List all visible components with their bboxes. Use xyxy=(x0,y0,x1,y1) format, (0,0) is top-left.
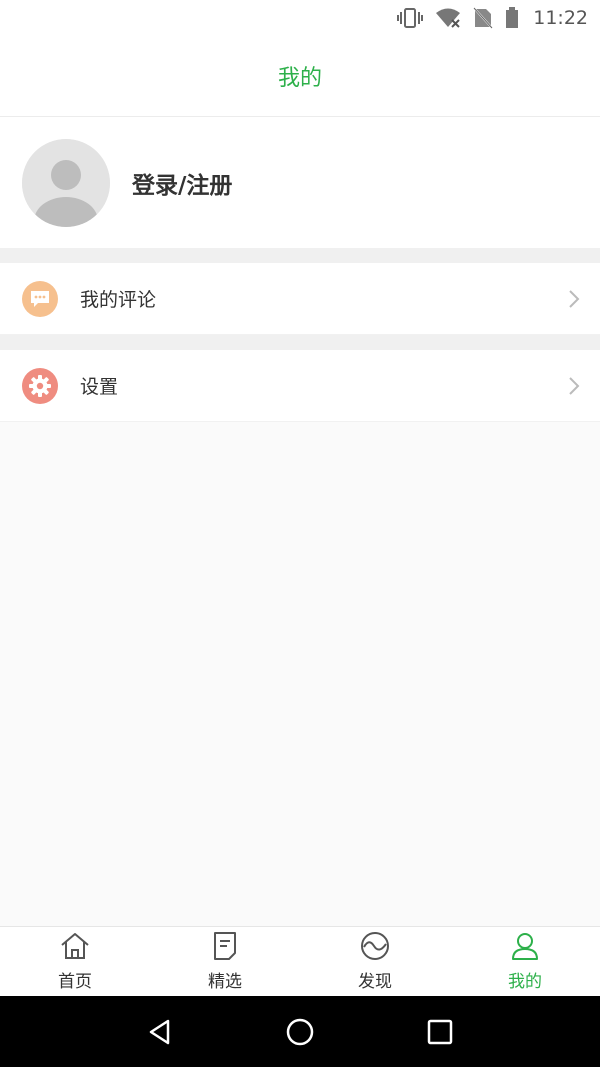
page-title: 我的 xyxy=(277,66,322,91)
profile-card[interactable]: 登录/注册 xyxy=(0,117,600,248)
battery-icon xyxy=(505,7,519,29)
no-sim-icon xyxy=(473,7,493,29)
section-divider xyxy=(0,248,600,263)
tab-discover[interactable]: 发现 xyxy=(300,927,450,996)
person-icon xyxy=(510,931,540,965)
menu-item-label: 我的评论 xyxy=(80,289,157,311)
tab-label: 精选 xyxy=(208,972,242,992)
discover-icon xyxy=(359,931,391,965)
section-divider xyxy=(0,335,600,350)
back-icon[interactable] xyxy=(130,1002,190,1062)
gear-icon xyxy=(22,367,58,404)
chevron-right-icon xyxy=(568,376,580,400)
tab-featured[interactable]: 精选 xyxy=(150,927,300,996)
comment-icon xyxy=(22,280,58,317)
header: 我的 xyxy=(0,36,600,117)
tab-home[interactable]: 首页 xyxy=(0,927,150,996)
home-circle-icon[interactable] xyxy=(270,1002,330,1062)
chevron-right-icon xyxy=(568,289,580,313)
tab-label: 首页 xyxy=(58,972,92,992)
default-avatar-icon[interactable] xyxy=(22,138,110,227)
vibrate-icon xyxy=(397,7,424,29)
tab-label: 我的 xyxy=(508,972,542,992)
wifi-off-icon xyxy=(435,7,461,29)
status-time: 11:22 xyxy=(533,7,588,29)
menu-item-my-comments[interactable]: 我的评论 xyxy=(0,263,600,335)
system-nav-bar xyxy=(0,996,600,1067)
home-icon xyxy=(59,931,91,965)
tab-label: 发现 xyxy=(358,972,392,992)
menu-item-settings[interactable]: 设置 xyxy=(0,350,600,422)
login-register-link[interactable]: 登录/注册 xyxy=(132,166,232,200)
document-icon xyxy=(211,931,239,965)
tab-mine[interactable]: 我的 xyxy=(450,927,600,996)
recents-icon[interactable] xyxy=(410,1002,470,1062)
menu-item-label: 设置 xyxy=(80,376,119,398)
status-bar: 11:22 xyxy=(0,0,600,36)
bottom-tab-bar: 首页 精选 发现 我的 xyxy=(0,926,600,996)
